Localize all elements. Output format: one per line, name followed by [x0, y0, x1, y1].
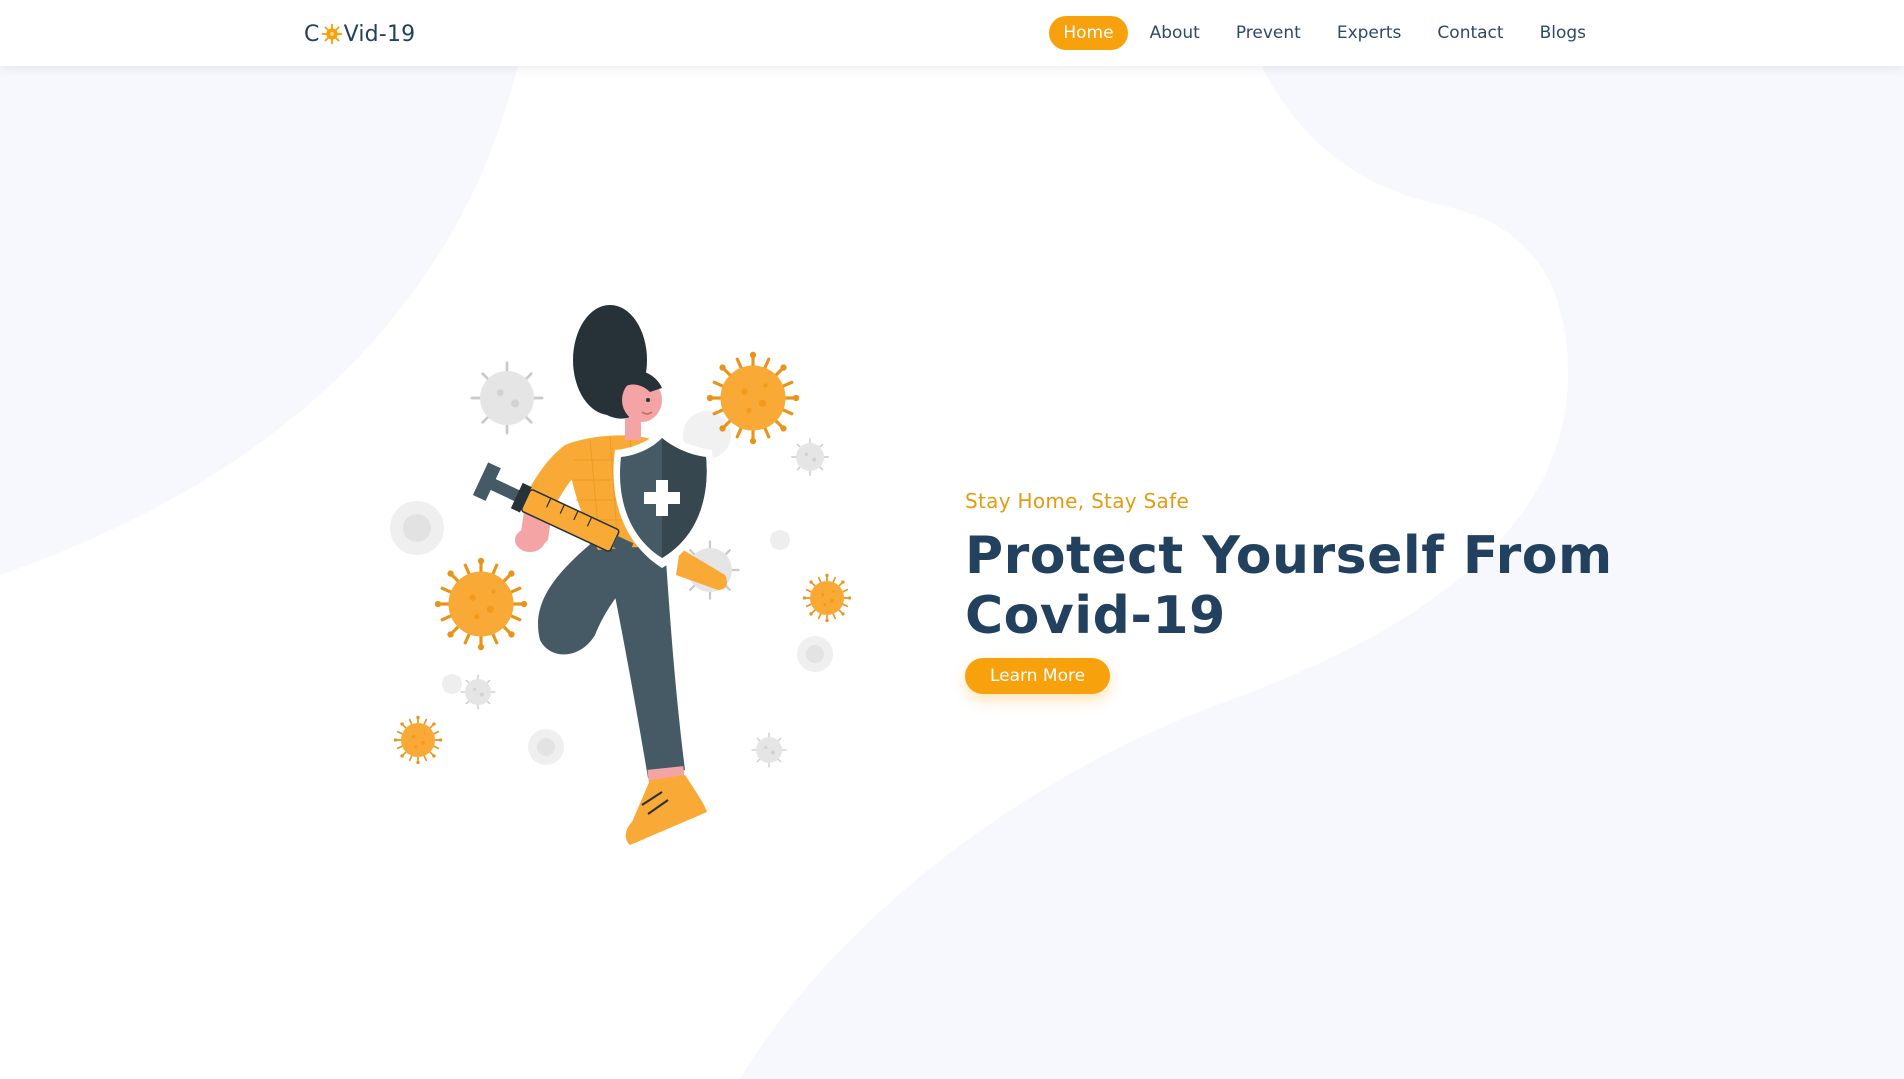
nav-experts[interactable]: Experts — [1323, 16, 1416, 50]
nav-home[interactable]: Home — [1049, 16, 1128, 50]
top-navbar: C Vid-19 Home About Prevent Experts Cont… — [0, 0, 1904, 66]
logo[interactable]: C Vid-19 — [304, 20, 415, 48]
page: C Vid-19 Home About Prevent Experts Cont… — [0, 0, 1904, 1079]
logo-prefix: C — [304, 21, 320, 47]
nav-contact[interactable]: Contact — [1423, 16, 1517, 50]
nav-blogs[interactable]: Blogs — [1526, 16, 1600, 50]
hero-subtitle: Stay Home, Stay Safe — [965, 489, 1190, 513]
nav-about[interactable]: About — [1136, 16, 1214, 50]
main-nav: Home About Prevent Experts Contact Blogs — [1049, 16, 1600, 50]
nav-prevent[interactable]: Prevent — [1222, 16, 1315, 50]
learn-more-button[interactable]: Learn More — [965, 658, 1111, 694]
hero-headline: Protect Yourself From Covid-19 — [965, 526, 1645, 646]
hero-illustration — [390, 305, 853, 845]
virus-icon — [321, 23, 342, 45]
logo-suffix: Vid-19 — [343, 21, 416, 47]
hero-content: Stay Home, Stay Safe Protect Yourself Fr… — [965, 488, 1645, 694]
hero-headline-line1: Protect Yourself From — [965, 526, 1613, 586]
hero-headline-line2: Covid-19 — [965, 586, 1226, 646]
